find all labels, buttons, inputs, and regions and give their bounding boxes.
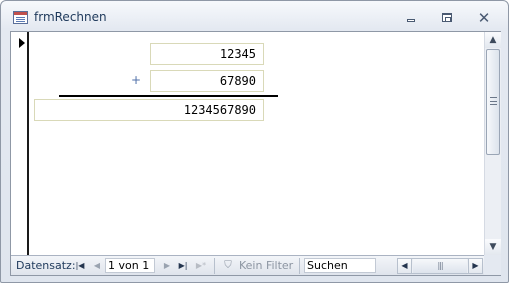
current-record-arrow-icon	[19, 38, 25, 48]
minimize-button[interactable]	[402, 11, 420, 25]
current-record-input[interactable]: 1 von 1	[105, 258, 155, 273]
form-window: frmRechnen ✕ 12345 + 67890 1234567890 ▲ …	[0, 0, 509, 283]
minimize-icon	[407, 19, 415, 22]
form-icon	[13, 11, 28, 24]
nav-divider	[299, 258, 300, 274]
restore-button[interactable]	[438, 11, 456, 25]
scroll-left-button[interactable]: ◀	[398, 259, 412, 273]
next-record-button[interactable]: ▶	[161, 259, 173, 272]
window-title: frmRechnen	[34, 10, 107, 24]
previous-record-button[interactable]: ◀	[91, 259, 103, 272]
result-field[interactable]: 1234567890	[34, 99, 264, 121]
record-navigation-bar: Datensatz: |◀ ◀ 1 von 1 ▶ ▶| ▶* ⛉ Kein F…	[11, 255, 500, 275]
restore-icon	[442, 13, 452, 22]
record-selector[interactable]	[11, 32, 29, 255]
last-record-button[interactable]: ▶|	[177, 259, 189, 272]
scroll-right-button[interactable]: ▶	[468, 259, 482, 273]
record-label: Datensatz:	[16, 259, 76, 272]
vertical-scrollbar[interactable]: ▲ ▼	[484, 32, 501, 255]
funnel-x-icon: ⛉	[224, 260, 232, 271]
plus-operator-label: +	[131, 73, 142, 87]
first-record-button[interactable]: |◀	[74, 259, 86, 272]
number-field-1[interactable]: 12345	[150, 43, 264, 65]
search-input[interactable]: Suchen	[304, 258, 376, 273]
sum-divider-line	[59, 95, 278, 97]
vertical-scroll-thumb[interactable]	[486, 49, 500, 155]
nav-divider	[214, 258, 215, 274]
resize-corner	[484, 255, 501, 275]
close-button[interactable]: ✕	[475, 11, 493, 26]
horizontal-scrollbar[interactable]: ◀ ||| ▶	[397, 258, 483, 274]
scroll-down-button[interactable]: ▼	[485, 239, 501, 255]
title-bar[interactable]: frmRechnen ✕	[1, 1, 508, 31]
number-field-2[interactable]: 67890	[150, 70, 264, 92]
horizontal-scroll-thumb[interactable]: |||	[413, 259, 467, 273]
filter-toggle-button[interactable]: Kein Filter	[239, 259, 293, 272]
scroll-up-button[interactable]: ▲	[485, 32, 501, 48]
grip-icon	[490, 97, 497, 105]
form-client-area: 12345 + 67890 1234567890 ▲ ▼ Datensatz: …	[10, 31, 501, 276]
new-record-button[interactable]: ▶*	[193, 259, 209, 272]
